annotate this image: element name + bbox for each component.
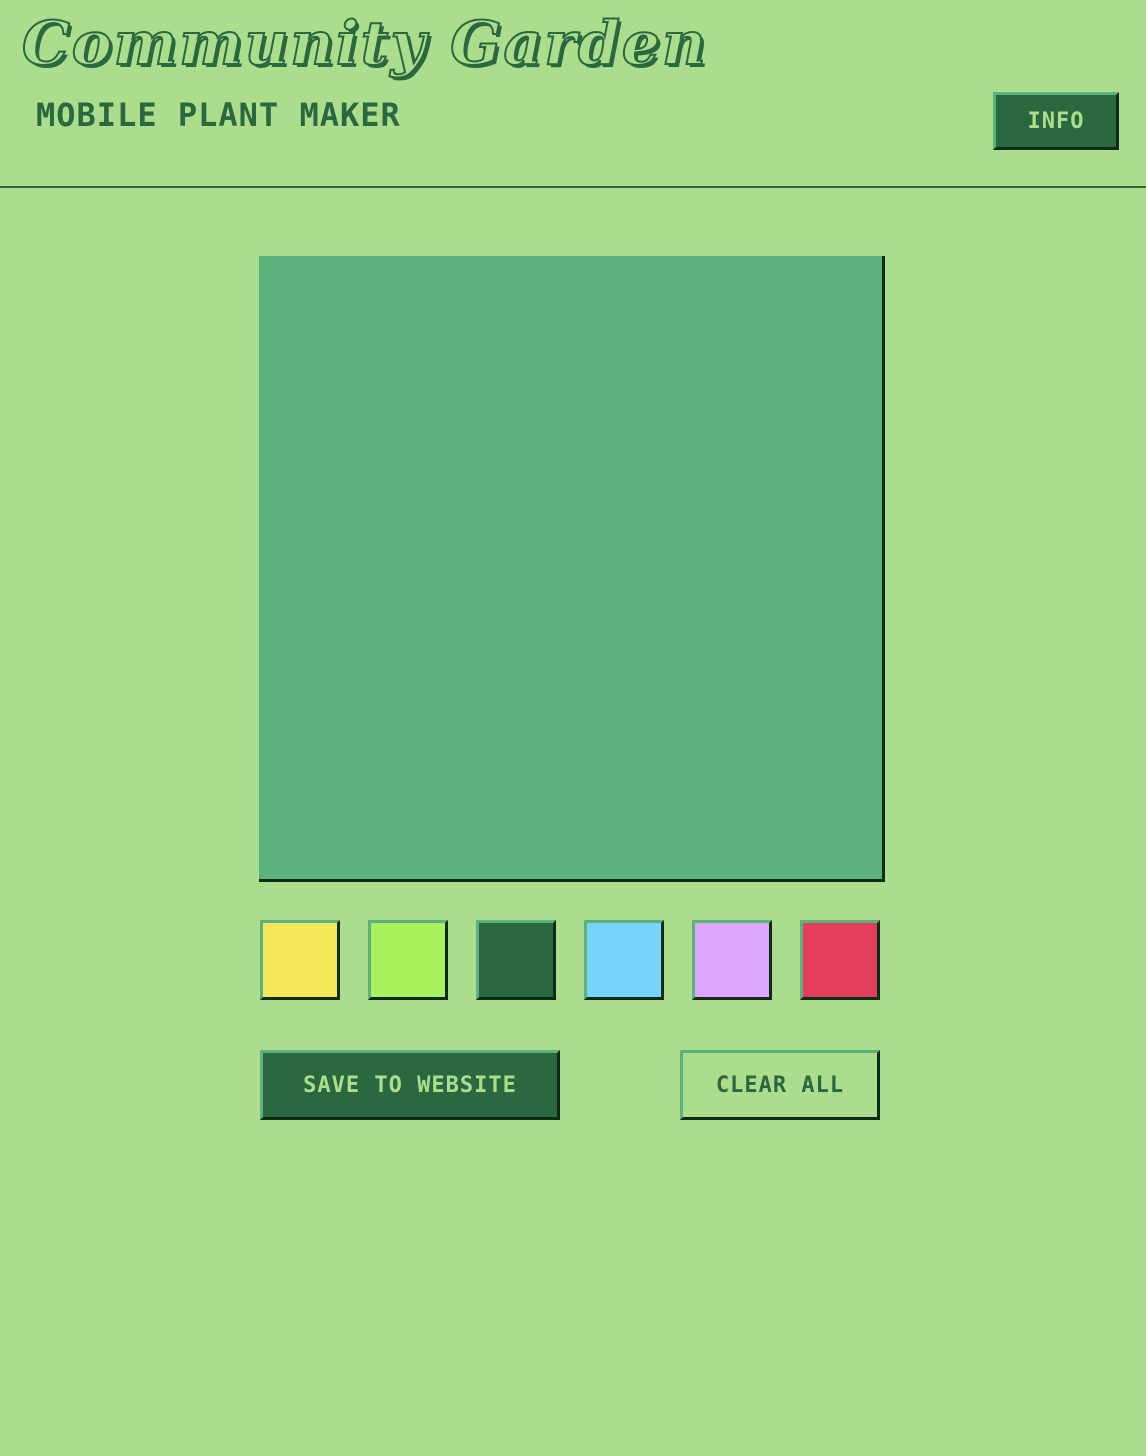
app-subtitle: MOBILE PLANT MAKER [36, 96, 401, 134]
drawing-canvas[interactable] [259, 256, 885, 882]
app-title: Community Garden [21, 9, 708, 79]
color-swatch-lime[interactable] [368, 920, 448, 1000]
clear-all-button[interactable]: CLEAR ALL [680, 1050, 880, 1120]
page-header: Community Garden MOBILE PLANT MAKER INFO [0, 0, 1146, 188]
color-swatch-yellow[interactable] [260, 920, 340, 1000]
color-swatch-light-blue[interactable] [584, 920, 664, 1000]
color-swatch-dark-green[interactable] [476, 920, 556, 1000]
color-swatch-lavender[interactable] [692, 920, 772, 1000]
save-to-website-button[interactable]: SAVE TO WEBSITE [260, 1050, 560, 1120]
color-swatch-red[interactable] [800, 920, 880, 1000]
info-button[interactable]: INFO [993, 92, 1119, 150]
